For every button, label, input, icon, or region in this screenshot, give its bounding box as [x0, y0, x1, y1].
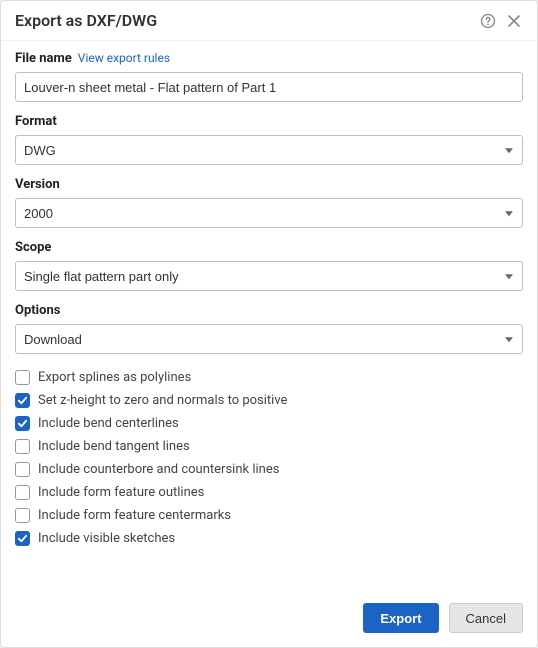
- version-select[interactable]: 2000: [15, 198, 523, 228]
- format-select[interactable]: DWG: [15, 135, 523, 165]
- format-select-wrap: DWG: [15, 135, 523, 165]
- format-field: Format DWG: [15, 114, 523, 165]
- checkbox-row: Include bend tangent lines: [15, 435, 523, 458]
- checkbox[interactable]: [15, 508, 30, 523]
- checkbox-label[interactable]: Include bend centerlines: [38, 416, 179, 431]
- checkbox[interactable]: [15, 370, 30, 385]
- checkbox-row: Export splines as polylines: [15, 366, 523, 389]
- version-label: Version: [15, 177, 523, 192]
- options-select-wrap: Download: [15, 324, 523, 354]
- filename-label: File name: [15, 51, 72, 66]
- checkbox[interactable]: [15, 393, 30, 408]
- checkbox-label[interactable]: Include counterbore and countersink line…: [38, 462, 279, 477]
- export-dialog: Export as DXF/DWG File name View export …: [0, 0, 538, 648]
- checkbox[interactable]: [15, 416, 30, 431]
- cancel-button[interactable]: Cancel: [449, 603, 523, 633]
- checkbox-row: Include form feature centermarks: [15, 504, 523, 527]
- options-label: Options: [15, 303, 523, 318]
- filename-field: File name View export rules: [15, 51, 523, 102]
- checkbox-row: Set z-height to zero and normals to posi…: [15, 389, 523, 412]
- scope-select[interactable]: Single flat pattern part only: [15, 261, 523, 291]
- dialog-body: File name View export rules Format DWG V…: [1, 41, 537, 589]
- checkbox-row: Include form feature outlines: [15, 481, 523, 504]
- checkbox-label[interactable]: Include visible sketches: [38, 531, 175, 546]
- filename-input[interactable]: [15, 72, 523, 102]
- checkbox[interactable]: [15, 439, 30, 454]
- scope-label: Scope: [15, 240, 523, 255]
- checkbox[interactable]: [15, 462, 30, 477]
- version-select-wrap: 2000: [15, 198, 523, 228]
- checkbox[interactable]: [15, 485, 30, 500]
- options-select[interactable]: Download: [15, 324, 523, 354]
- format-label: Format: [15, 114, 523, 129]
- scope-field: Scope Single flat pattern part only: [15, 240, 523, 291]
- checkbox-label[interactable]: Set z-height to zero and normals to posi…: [38, 393, 287, 408]
- filename-label-row: File name View export rules: [15, 51, 523, 66]
- close-icon[interactable]: [505, 12, 523, 30]
- checkbox-label[interactable]: Export splines as polylines: [38, 370, 191, 385]
- checkbox-label[interactable]: Include form feature centermarks: [38, 508, 231, 523]
- checkbox-group: Export splines as polylines Set z-height …: [15, 366, 523, 550]
- checkbox-row: Include counterbore and countersink line…: [15, 458, 523, 481]
- dialog-footer: Export Cancel: [1, 589, 537, 647]
- checkbox-label[interactable]: Include bend tangent lines: [38, 439, 190, 454]
- options-field: Options Download: [15, 303, 523, 354]
- checkbox-row: Include visible sketches: [15, 527, 523, 550]
- checkbox[interactable]: [15, 531, 30, 546]
- view-export-rules-link[interactable]: View export rules: [78, 51, 170, 65]
- version-field: Version 2000: [15, 177, 523, 228]
- scope-select-wrap: Single flat pattern part only: [15, 261, 523, 291]
- checkbox-row: Include bend centerlines: [15, 412, 523, 435]
- help-icon[interactable]: [479, 12, 497, 30]
- checkbox-label[interactable]: Include form feature outlines: [38, 485, 204, 500]
- dialog-title: Export as DXF/DWG: [15, 11, 471, 30]
- export-button[interactable]: Export: [363, 603, 438, 633]
- dialog-header: Export as DXF/DWG: [1, 1, 537, 41]
